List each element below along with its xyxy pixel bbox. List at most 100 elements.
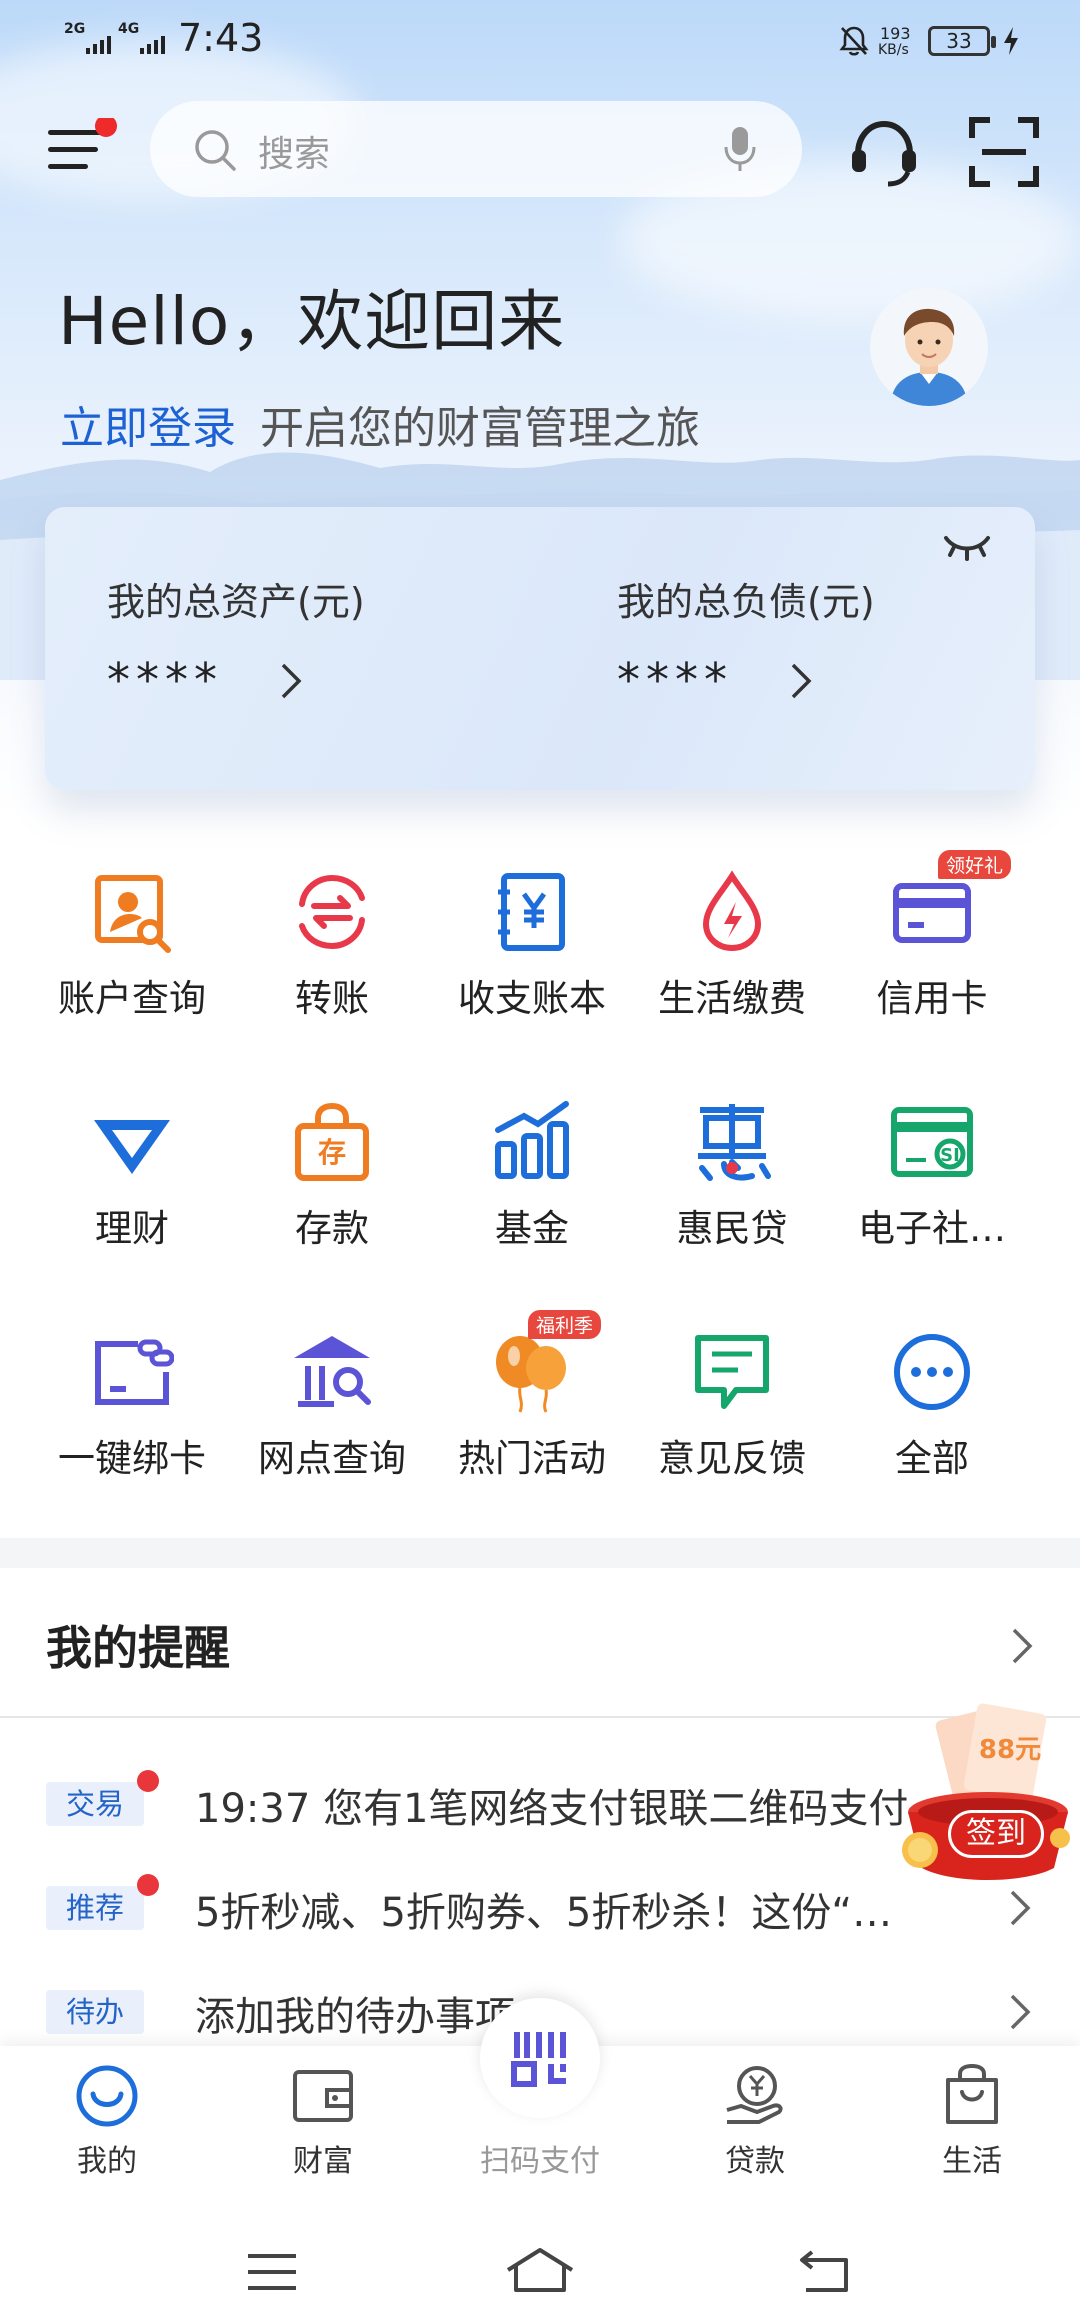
more-icon: [894, 1334, 970, 1410]
service-branch-query[interactable]: 网点查询: [232, 1298, 432, 1498]
system-navigation-bar: [0, 2206, 1080, 2316]
service-label: 一键绑卡: [58, 1437, 206, 1480]
headset-icon: [852, 120, 916, 187]
recent-apps-icon[interactable]: [246, 2252, 298, 2292]
search-bar[interactable]: 搜索: [150, 101, 802, 197]
total-debt-label: 我的总负债(元): [617, 580, 875, 624]
service-label: 收支账本: [458, 977, 606, 1020]
signal-2g-icon: [86, 36, 111, 54]
service-all[interactable]: 全部: [832, 1298, 1032, 1498]
greeting-title: Hello，欢迎回来: [58, 283, 566, 360]
total-debt-button[interactable]: ****: [617, 647, 817, 717]
net-speed-value: 193: [880, 24, 911, 43]
customer-service-button[interactable]: [846, 114, 922, 190]
service-social-security-card[interactable]: SI 电子社…: [832, 1068, 1032, 1268]
utility-payment-icon: [702, 870, 762, 952]
status-time: 7:43: [178, 16, 264, 60]
menu-button[interactable]: [44, 115, 120, 180]
network-4g-label: 4G: [118, 21, 140, 37]
smile-icon: [76, 2065, 138, 2127]
tab-label: 生活: [942, 2144, 1002, 2179]
home-icon[interactable]: [504, 2246, 576, 2294]
branch-query-icon: [294, 1336, 371, 1407]
total-debt-value: ****: [617, 653, 733, 707]
deposit-icon: 存: [295, 1102, 369, 1181]
service-wealth[interactable]: 理财: [32, 1068, 232, 1268]
chevron-right-icon: [1010, 1994, 1031, 2030]
checkin-floating-button[interactable]: 88元 签到: [892, 1700, 1072, 1890]
service-hui-loan[interactable]: 惠民贷: [632, 1068, 832, 1268]
unread-dot: [137, 1770, 159, 1792]
reminder-text: 5折秒减、5折购券、5折秒杀！这份“…: [195, 1890, 893, 1936]
chevron-right-icon: [1012, 1628, 1033, 1664]
balloon-icon: [496, 1336, 566, 1413]
gift-box-icon: 88元: [902, 1703, 1070, 1880]
service-ledger[interactable]: 收支账本: [432, 838, 632, 1038]
service-deposit[interactable]: 存 存款: [232, 1068, 432, 1268]
status-bar: 2G 4G 7:43 193 KB/s 33: [0, 0, 1080, 84]
microphone-icon[interactable]: [720, 123, 760, 175]
service-label: 网点查询: [258, 1437, 406, 1480]
service-label: 存款: [295, 1207, 369, 1250]
asset-card: 我的总资产(元) **** 我的总负债(元) ****: [45, 507, 1035, 790]
avatar[interactable]: [870, 288, 988, 406]
service-label: 基金: [495, 1207, 569, 1250]
network-2g-label: 2G: [64, 21, 86, 37]
section-divider: [0, 1538, 1080, 1568]
total-assets-label: 我的总资产(元): [107, 580, 365, 624]
total-assets-button[interactable]: ****: [107, 647, 307, 717]
tab-mine[interactable]: 我的: [32, 2046, 182, 2206]
reminders-header[interactable]: 我的提醒: [0, 1570, 1080, 1716]
menu-icon: [48, 115, 117, 169]
account-query-icon: [95, 875, 171, 953]
scan-icon: [969, 117, 1039, 187]
service-label: 账户查询: [58, 977, 206, 1020]
service-transfer[interactable]: 转账: [232, 838, 432, 1038]
service-utility-payment[interactable]: 生活缴费: [632, 838, 832, 1038]
battery-icon: 33: [928, 26, 996, 56]
tab-label: 贷款: [725, 2144, 785, 2179]
service-feedback[interactable]: 意见反馈: [632, 1298, 832, 1498]
tab-label: 我的: [77, 2144, 137, 2179]
wealth-icon: [94, 1120, 170, 1174]
transfer-icon: [299, 874, 365, 950]
service-credit-card[interactable]: 信用卡 领好礼: [832, 838, 1032, 1038]
scan-button[interactable]: [966, 114, 1042, 190]
credit-card-badge: 领好礼: [938, 850, 1012, 879]
service-bind-card[interactable]: 一键绑卡: [32, 1298, 232, 1498]
scan-pay-button[interactable]: [480, 1998, 600, 2118]
tab-label: 扫码支付: [480, 2144, 600, 2179]
reminder-tag: 推荐: [46, 1886, 144, 1930]
chevron-right-icon: [1010, 1890, 1031, 1926]
service-label: 意见反馈: [658, 1437, 806, 1480]
feedback-icon: [695, 1335, 769, 1409]
service-account-query[interactable]: 账户查询: [32, 838, 232, 1038]
search-placeholder: 搜索: [258, 134, 331, 175]
hide-amount-eye-icon[interactable]: [942, 528, 992, 562]
welcome-subtitle: 立即登录 开启您的财富管理之旅: [60, 392, 700, 456]
hui-loan-icon: [698, 1104, 771, 1181]
service-label: 信用卡: [876, 977, 988, 1020]
login-link[interactable]: 立即登录: [60, 403, 236, 454]
hot-activity-badge: 福利季: [528, 1310, 602, 1339]
total-assets-value: ****: [107, 653, 223, 707]
reminder-tag: 交易: [46, 1782, 144, 1826]
welcome-subtitle-text: 开启您的财富管理之旅: [260, 403, 700, 454]
credit-card-icon: [893, 883, 971, 943]
service-fund[interactable]: 基金: [432, 1068, 632, 1268]
service-label: 热门活动: [458, 1437, 606, 1480]
shopping-bag-icon: [946, 2063, 998, 2124]
wallet-icon: [293, 2070, 353, 2122]
service-label: 全部: [895, 1437, 969, 1480]
charging-icon: [1004, 27, 1018, 55]
tab-label: 财富: [293, 2144, 353, 2179]
tab-life[interactable]: 生活: [897, 2046, 1047, 2206]
reminder-text: 19:37 您有1笔网络支付银联二维码支付: [195, 1786, 909, 1832]
chevron-right-icon: [791, 663, 812, 699]
tab-loan[interactable]: 贷款: [680, 2046, 830, 2206]
service-hot-activity[interactable]: 热门活动 福利季: [432, 1298, 632, 1498]
bind-card-icon: [95, 1339, 174, 1405]
reminder-tag: 待办: [46, 1990, 144, 2034]
back-icon[interactable]: [796, 2248, 852, 2294]
tab-wealth[interactable]: 财富: [248, 2046, 398, 2206]
